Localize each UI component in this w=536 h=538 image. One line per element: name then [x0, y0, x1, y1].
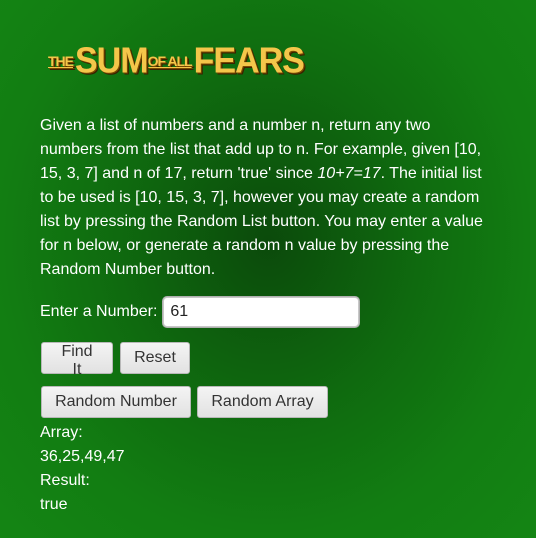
number-input[interactable] [163, 297, 360, 327]
logo-fears: FEARS [193, 41, 305, 81]
find-it-button[interactable]: Find It [41, 342, 113, 378]
problem-description: Given a list of numbers and a number n, … [40, 114, 490, 282]
number-input-row: Enter a Number: [40, 297, 360, 327]
logo-of-all: OF ALL [147, 53, 193, 69]
logo-sum: SUM [75, 41, 149, 81]
reset-button[interactable]: Reset [120, 342, 190, 374]
random-array-button[interactable]: Random Array [197, 386, 328, 418]
array-value: 36,25,49,47 [40, 448, 125, 465]
logo-the: THE [48, 53, 74, 69]
array-label: Array: [40, 424, 83, 441]
result-value: true [40, 496, 68, 513]
number-input-label: Enter a Number: [40, 303, 158, 320]
random-number-button[interactable]: Random Number [41, 386, 191, 418]
result-label: Result: [40, 472, 90, 489]
description-equation: 10+7=17 [317, 165, 381, 182]
logo: THE SUM OF ALL FEARS [48, 38, 305, 81]
